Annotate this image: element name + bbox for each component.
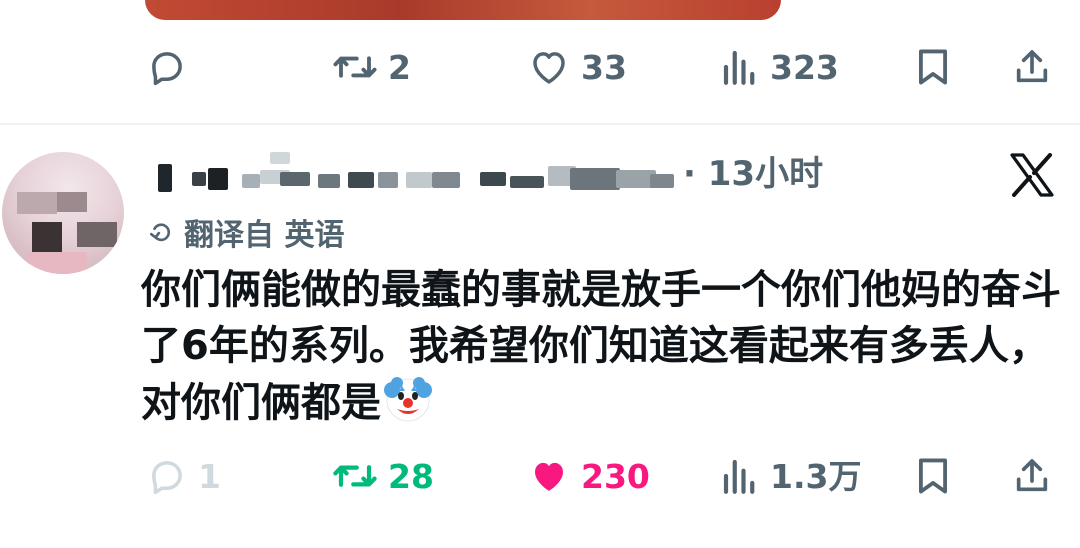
tweet-text: 你们俩能做的最蠢的事就是放手一个你们他妈的奋斗了6年的系列。我希望你们知道这看起… <box>141 262 1061 431</box>
reply-tweet-action-bar: 1 28 230 1.3万 <box>0 451 1080 501</box>
reply-button[interactable] <box>146 42 198 92</box>
retweet-count: 2 <box>388 47 411 87</box>
clown-emoji <box>384 377 432 422</box>
like-icon <box>535 462 563 491</box>
like-icon <box>533 52 565 84</box>
views-count: 1.3万 <box>770 456 862 496</box>
share-icon <box>1016 459 1048 492</box>
views-icon <box>723 50 755 85</box>
bookmark-icon <box>919 458 947 494</box>
views-icon <box>723 459 755 494</box>
bookmark-icon <box>919 49 947 85</box>
like-count: 33 <box>581 47 627 87</box>
like-button[interactable]: 230 <box>527 451 650 501</box>
like-count: 230 <box>581 456 650 496</box>
reply-count: 1 <box>198 456 221 496</box>
views-button[interactable]: 323 <box>720 42 839 92</box>
x-logo-icon[interactable] <box>1008 153 1056 197</box>
reply-button[interactable]: 1 <box>146 451 221 501</box>
tweet-text-content: 你们俩能做的最蠢的事就是放手一个你们他妈的奋斗了6年的系列。我希望你们知道这看起… <box>141 267 1061 426</box>
avatar[interactable] <box>2 152 124 274</box>
retweet-button[interactable]: 2 <box>332 42 411 92</box>
previous-tweet-media[interactable] <box>145 0 781 20</box>
views-count: 323 <box>770 47 839 87</box>
translate-icon <box>149 223 171 242</box>
post-time[interactable]: · 13小时 <box>683 152 823 196</box>
previous-tweet-action-bar: 2 33 323 <box>0 42 1080 92</box>
translated-from-label: 翻译自 英语 <box>184 218 345 253</box>
share-icon <box>1016 50 1048 83</box>
retweet-button[interactable]: 28 <box>332 451 434 501</box>
bookmark-button[interactable] <box>914 451 952 501</box>
share-button[interactable] <box>1012 451 1052 501</box>
like-button[interactable]: 33 <box>527 42 627 92</box>
tweet-divider <box>0 123 1080 125</box>
retweet-icon <box>333 465 377 487</box>
retweet-icon <box>333 56 377 78</box>
reply-icon <box>152 461 182 495</box>
share-button[interactable] <box>1012 42 1052 92</box>
retweet-count: 28 <box>388 456 434 496</box>
bookmark-button[interactable] <box>914 42 952 92</box>
translation-notice[interactable]: 翻译自 英语 <box>148 212 345 253</box>
reply-icon <box>152 52 182 86</box>
views-button[interactable]: 1.3万 <box>720 451 861 501</box>
tweet-thread: 2 33 323 · 13小时 翻译自 英语 你们俩能做的最蠢的事就是放手一个你… <box>0 0 1080 548</box>
